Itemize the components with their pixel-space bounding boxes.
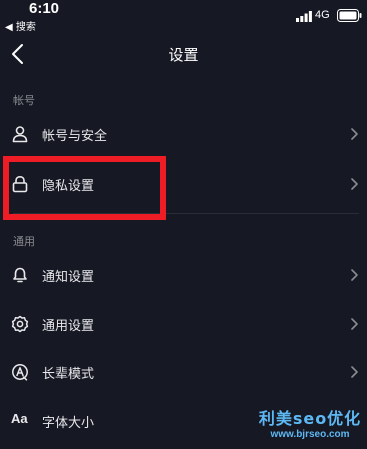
settings-item-elder-mode[interactable]: 长辈模式 [0, 348, 367, 396]
settings-item-account-security[interactable]: 帐号与安全 [0, 110, 367, 158]
chevron-right-icon [351, 318, 358, 330]
font-size-icon: Aa [11, 411, 28, 426]
page-title: 设置 [168, 46, 199, 64]
chevron-right-icon [351, 128, 358, 140]
watermark-title: 利美seo优化 [258, 409, 362, 428]
watermark: 利美seo优化 www.bjrseo.com [256, 405, 364, 440]
chevron-right-icon [351, 366, 358, 378]
chevron-right-icon [351, 178, 358, 190]
network-label: 4G [315, 9, 330, 21]
settings-item-label: 通用设置 [42, 319, 95, 334]
signal-icon [296, 11, 312, 22]
bell-icon [13, 267, 27, 283]
settings-item-label: 字体大小 [42, 416, 95, 431]
status-time: 6:10 [29, 0, 60, 17]
elder-mode-icon [12, 364, 28, 381]
settings-item-label: 通知设置 [42, 270, 95, 285]
back-to-app-link[interactable]: ◀ 搜索 [5, 18, 36, 33]
gear-icon [11, 315, 29, 333]
battery-icon [337, 9, 362, 22]
settings-item-general[interactable]: 通用设置 [0, 300, 367, 348]
section-header-general: 通用 [13, 235, 35, 248]
highlight-annotation-box [3, 156, 166, 220]
settings-item-label: 长辈模式 [42, 367, 95, 382]
section-header-account: 帐号 [13, 94, 35, 107]
nav-bar: 设置 [0, 34, 367, 76]
status-bar: 6:10 ◀ 搜索 4G [0, 0, 367, 34]
user-icon [12, 126, 28, 143]
watermark-url: www.bjrseo.com [270, 429, 350, 440]
chevron-right-icon [351, 269, 358, 281]
settings-item-notifications[interactable]: 通知设置 [0, 251, 367, 299]
settings-item-label: 帐号与安全 [42, 129, 108, 144]
